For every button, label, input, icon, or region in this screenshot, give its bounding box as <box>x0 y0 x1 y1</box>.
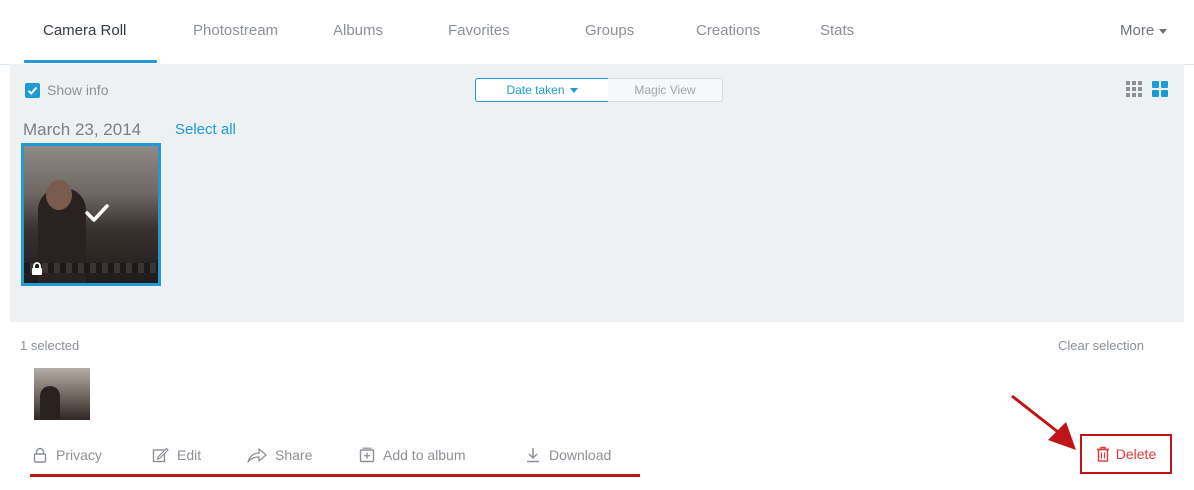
lock-icon <box>32 262 42 275</box>
photo-railing <box>24 263 158 273</box>
tab-stats[interactable]: Stats <box>820 22 854 39</box>
annotation-arrow-icon <box>1011 394 1076 450</box>
edit-icon <box>152 447 169 463</box>
privacy-button[interactable]: Privacy <box>32 447 102 463</box>
grid-small-icon[interactable] <box>1125 80 1143 103</box>
checkbox-checked-icon[interactable] <box>25 82 40 98</box>
add-to-album-label: Add to album <box>383 447 466 463</box>
delete-button[interactable]: Delete <box>1080 434 1172 474</box>
tab-favorites[interactable]: Favorites <box>448 22 510 39</box>
active-tab-indicator <box>24 60 157 63</box>
clear-selection-link[interactable]: Clear selection <box>1058 338 1144 353</box>
top-nav: Camera Roll Photostream Albums Favorites… <box>0 0 1194 65</box>
delete-label: Delete <box>1115 446 1157 462</box>
edit-button[interactable]: Edit <box>152 447 201 463</box>
tab-groups[interactable]: Groups <box>585 22 634 39</box>
caret-down-icon <box>1159 28 1168 34</box>
show-info-label: Show info <box>47 82 109 98</box>
photo-subject <box>40 386 60 420</box>
photo-subject-face <box>46 180 72 210</box>
checkmark-icon <box>85 204 109 222</box>
more-label: More <box>1120 22 1155 39</box>
tab-albums[interactable]: Albums <box>333 22 383 39</box>
select-all-link[interactable]: Select all <box>175 121 236 138</box>
privacy-label: Privacy <box>56 447 102 463</box>
share-label: Share <box>275 447 313 463</box>
show-info-toggle[interactable]: Show info <box>25 82 108 98</box>
share-icon <box>247 448 267 463</box>
selected-count: 1 selected <box>20 338 80 353</box>
magic-view-button[interactable]: Magic View <box>608 78 723 102</box>
date-taken-label: Date taken <box>506 83 565 97</box>
photo-thumbnail-selected[interactable] <box>21 143 161 286</box>
tab-camera-roll[interactable]: Camera Roll <box>43 22 126 39</box>
tab-photostream[interactable]: Photostream <box>193 22 278 39</box>
edit-label: Edit <box>177 447 202 463</box>
download-icon <box>527 448 539 463</box>
tab-creations[interactable]: Creations <box>696 22 760 39</box>
add-to-album-button[interactable]: Add to album <box>359 447 466 463</box>
add-to-album-icon <box>359 447 375 463</box>
grid-large-icon[interactable] <box>1151 80 1169 103</box>
camera-roll-panel <box>10 64 1184 322</box>
lock-icon <box>33 447 47 463</box>
caret-down-icon <box>569 88 578 94</box>
more-menu[interactable]: More <box>1120 22 1168 39</box>
selected-photo-mini-thumbnail <box>34 368 90 420</box>
annotation-underline <box>30 474 640 477</box>
share-button[interactable]: Share <box>247 447 312 463</box>
download-label: Download <box>549 447 612 463</box>
download-button[interactable]: Download <box>525 447 611 463</box>
date-heading: March 23, 2014 <box>23 120 142 139</box>
trash-icon <box>1096 446 1109 462</box>
date-taken-button[interactable]: Date taken <box>475 78 609 102</box>
